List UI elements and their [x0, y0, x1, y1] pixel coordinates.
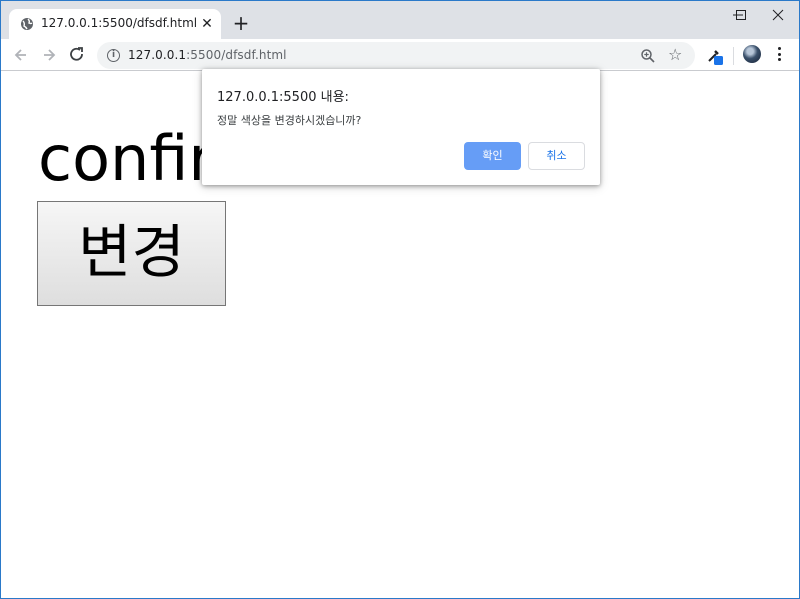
tab-title: 127.0.0.1:5500/dfsdf.html: [41, 16, 198, 30]
reload-icon[interactable]: [67, 45, 87, 65]
url-path: :5500/dfsdf.html: [186, 48, 287, 62]
maximize-icon-wrap: [725, 5, 755, 25]
eyedropper-extension-icon[interactable]: [706, 47, 724, 65]
close-window-button[interactable]: [763, 5, 793, 25]
change-button[interactable]: 변경: [37, 201, 226, 306]
maximize-icon: [736, 10, 746, 20]
browser-toolbar: i 127.0.0.1:5500/dfsdf.html ☆: [1, 39, 799, 71]
profile-avatar[interactable]: [743, 45, 761, 63]
bookmark-star-icon[interactable]: ☆: [668, 46, 682, 64]
url-host: 127.0.0.1: [128, 48, 187, 62]
dialog-title: 127.0.0.1:5500 내용:: [217, 90, 349, 105]
zoom-icon[interactable]: [640, 48, 656, 64]
new-tab-button[interactable]: +: [231, 13, 251, 33]
tab-strip: 127.0.0.1:5500/dfsdf.html ✕ +: [1, 1, 799, 39]
close-tab-icon[interactable]: ✕: [199, 16, 215, 32]
close-window-icon: [772, 9, 784, 21]
cancel-button[interactable]: 취소: [528, 142, 585, 170]
site-info-icon[interactable]: i: [107, 49, 120, 62]
forward-icon[interactable]: [39, 45, 59, 65]
url-text[interactable]: 127.0.0.1:5500/dfsdf.html: [128, 48, 287, 62]
confirm-dialog: 127.0.0.1:5500 내용: 정말 색상을 변경하시겠습니까? 확인 취…: [202, 69, 600, 185]
address-bar[interactable]: i 127.0.0.1:5500/dfsdf.html ☆: [97, 42, 695, 69]
ok-button[interactable]: 확인: [464, 142, 521, 170]
browser-tab[interactable]: 127.0.0.1:5500/dfsdf.html ✕: [9, 9, 221, 39]
back-icon[interactable]: [11, 45, 31, 65]
toolbar-separator: [733, 47, 734, 65]
globe-icon: [21, 18, 33, 30]
dialog-message: 정말 색상을 변경하시겠습니까?: [217, 114, 362, 127]
kebab-menu-icon[interactable]: [776, 47, 782, 63]
browser-window: 127.0.0.1:5500/dfsdf.html ✕ + i 127.0.0.…: [0, 0, 800, 599]
